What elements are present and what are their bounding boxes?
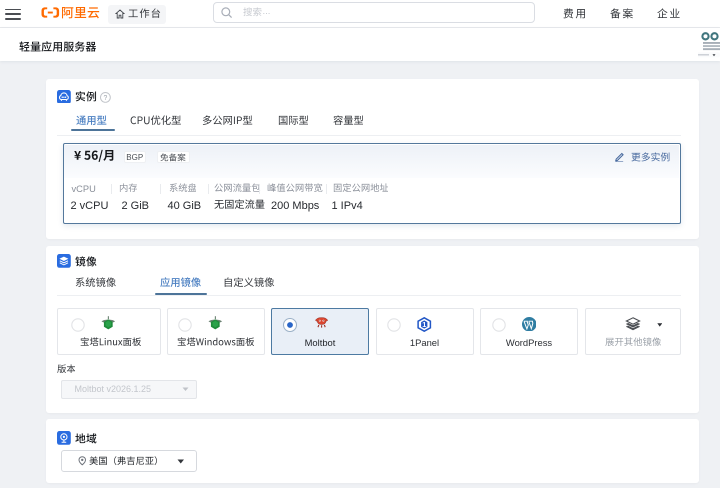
svg-text:1: 1	[422, 320, 426, 329]
svg-text:?: ?	[104, 95, 108, 102]
